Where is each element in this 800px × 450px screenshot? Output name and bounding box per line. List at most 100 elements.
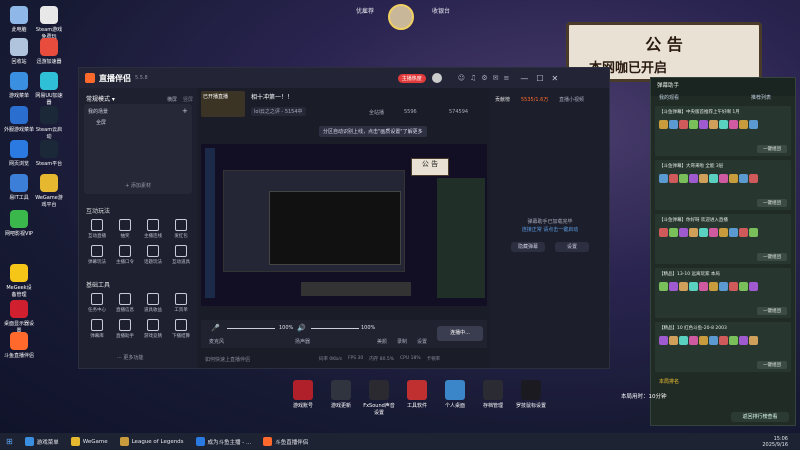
tool-button[interactable]: 直播助手 (113, 319, 137, 339)
more-functions[interactable]: ··· 更多功能 (117, 354, 143, 361)
tool-button[interactable]: 话题玩法 (141, 245, 165, 265)
champion-icon (669, 282, 678, 291)
panel-row[interactable]: 【精品】10 红色斗鱼-20-8 2003 一键组团 (655, 322, 791, 372)
panel-row[interactable]: 【斗鱼弹幕】中央版首推荐上午好啊 1月 一键组团 (655, 106, 791, 156)
taskbar-item[interactable]: 斗鱼直播伴侣 (257, 433, 314, 450)
desktop-icon-label: Steam云启动 (35, 127, 63, 140)
dock-item[interactable]: 罗技鼠标设置 (514, 380, 548, 416)
desktop-icon[interactable]: 网吧影视VIP (4, 210, 34, 237)
tab-landscape[interactable]: 横屏 (167, 96, 177, 103)
offer-link[interactable]: 优雇荐 (356, 6, 374, 15)
mic-slider[interactable] (227, 328, 275, 329)
contribution-tab[interactable]: 贡献榜 (495, 96, 510, 103)
cover-thumbnail[interactable]: 已开播直播 (201, 91, 245, 117)
start-button[interactable]: ⊞ (0, 433, 19, 450)
tool-button[interactable]: 工资单 (169, 293, 193, 313)
tool-button[interactable]: 弹幕库 (85, 319, 109, 339)
danmu-sub[interactable]: 连接正常 请点击一键启动 (491, 226, 609, 233)
user-avatar[interactable] (431, 73, 442, 83)
dock-item[interactable]: 游戏更新 (324, 380, 358, 416)
start-live-button[interactable]: 连播中... (437, 326, 483, 341)
taskbar-item[interactable]: WeGame (65, 433, 114, 450)
taskbar-item[interactable]: League of Legends (114, 433, 190, 450)
desktop-icon[interactable]: 易IT工具 (4, 174, 34, 201)
tool-button[interactable]: 主播连线 (141, 219, 165, 239)
window-tool-icons[interactable]: ☺♫⚙✉≡ (458, 74, 515, 82)
close-icon[interactable]: ✕ (552, 74, 559, 83)
tool-button[interactable]: 游戏竞猜 (141, 319, 165, 339)
clock[interactable]: 15:06 2025/9/16 (762, 436, 800, 448)
desktop-icon[interactable]: 此电脑 (4, 6, 34, 33)
join-team-button[interactable]: 一键组团 (757, 307, 787, 315)
speaker-slider[interactable] (311, 328, 359, 329)
join-team-button[interactable]: 一键组团 (757, 361, 787, 369)
desktop-icon[interactable]: 网易UU加速器 (34, 72, 64, 106)
danmu-settings-button[interactable]: 设置 (555, 242, 589, 252)
settings-button[interactable]: 设置 (417, 338, 427, 345)
tool-button[interactable]: 发红包 (169, 219, 193, 239)
desktop-icon[interactable]: Steam游戏免费玩 (34, 6, 64, 40)
settle-button[interactable]: 返回排行榜查看 (731, 412, 789, 422)
tool-button[interactable]: 下播结算 (169, 319, 193, 339)
desktop-icon[interactable]: 斗鱼直播伴侣 (4, 332, 34, 359)
desktop-icon[interactable]: 网页浏览 (4, 140, 34, 167)
hide-danmu-button[interactable]: 隐藏弹幕 (511, 242, 545, 252)
desktop-icon-label: 网页浏览 (8, 161, 29, 167)
desktop-icon[interactable]: MeGeek设备管理 (4, 264, 34, 298)
maximize-icon[interactable]: ☐ (536, 74, 543, 83)
desktop-icon[interactable]: 桌面显示器设置 (4, 300, 34, 334)
panel-row[interactable]: 【精品】13-10 远离玩家 本局 一键组团 (655, 268, 791, 318)
fullsite-toggle[interactable]: 全站播 (369, 109, 384, 116)
panel-tab-watch[interactable]: 我的观看 (659, 94, 679, 101)
beauty-button[interactable]: 美颜 (377, 338, 387, 345)
mic-icon[interactable]: 🎤 (211, 324, 220, 332)
tool-button[interactable]: 道具收益 (141, 293, 165, 313)
join-team-button[interactable]: 一键组团 (757, 145, 787, 153)
desktop-icon[interactable]: 游戏菜单 (4, 72, 34, 99)
dock-item[interactable]: 游戏账号 (286, 380, 320, 416)
desktop-icon[interactable]: Steam云启动 (34, 106, 64, 140)
preview-screen[interactable]: 公 告 (201, 144, 487, 306)
scene-item-default[interactable]: 全屏 (96, 119, 188, 126)
desktop-icon[interactable]: Steam平台 (34, 140, 64, 167)
tool-button[interactable]: 直播信息 (113, 293, 137, 313)
stream-title[interactable]: 相十冲第一！！ (251, 92, 293, 101)
tool-button[interactable]: 互动道具 (169, 245, 193, 265)
hot-badge[interactable]: 主播热度 (397, 73, 426, 83)
tool-button[interactable]: 主播口令 (113, 245, 137, 265)
tab-portrait[interactable]: 竖屏 (183, 96, 193, 103)
tool-button[interactable]: 互动直播 (85, 219, 109, 239)
cashier-link[interactable]: 收银台 (432, 6, 450, 15)
tool-button[interactable]: 抽奖 (113, 219, 137, 239)
champion-icon (739, 120, 748, 129)
short-video-tab[interactable]: 直播小视频 (559, 96, 584, 103)
desktop-icon[interactable]: 迅游加速器 (34, 38, 64, 65)
dock-item[interactable]: 个人桌面 (438, 380, 472, 416)
panel-tab-recommend[interactable]: 推荐列表 (751, 94, 771, 101)
dock-item[interactable]: 工具软件 (400, 380, 434, 416)
speaker-icon[interactable]: 🔊 (297, 324, 306, 332)
tool-button[interactable]: 任务中心 (85, 293, 109, 313)
tip-banner[interactable]: 分区自动识别上线，点击"画质设置"了解更多 (319, 126, 427, 137)
record-button[interactable]: 录制 (397, 338, 407, 345)
taskbar-item[interactable]: 游戏菜单 (19, 433, 65, 450)
minimize-icon[interactable]: — (520, 74, 528, 83)
panel-row[interactable]: 【斗鱼弹幕】大哥来啦 全能 3层 一键组团 (655, 160, 791, 210)
app-icon (10, 174, 28, 192)
app-icon (40, 6, 58, 24)
add-material-button[interactable]: + 添加素材 (84, 182, 192, 189)
join-team-button[interactable]: 一键组团 (757, 199, 787, 207)
taskbar-item[interactable]: 成为斗鱼主播 - ... (190, 433, 258, 450)
dock-item[interactable]: FxSound声音设置 (362, 380, 396, 416)
join-team-button[interactable]: 一键组团 (757, 253, 787, 261)
tool-button[interactable]: 弹幕玩法 (85, 245, 109, 265)
desktop-icon[interactable]: WeGame游戏平台 (34, 174, 64, 208)
help-link[interactable]: 如何快速上直播伴侣 (205, 356, 250, 363)
panel-row[interactable]: 【斗鱼弹幕】你好呀 欢迎进入直播 一键组团 (655, 214, 791, 264)
dock-item[interactable]: 存档管理 (476, 380, 510, 416)
desktop-icon[interactable]: 回收站 (4, 38, 34, 65)
category-tag[interactable]: lol云之之评 - 5154中 (251, 107, 306, 116)
add-scene-icon[interactable]: + (182, 107, 188, 115)
desktop-icon[interactable]: 外服游戏菜单 (4, 106, 34, 133)
avatar[interactable] (388, 4, 414, 30)
